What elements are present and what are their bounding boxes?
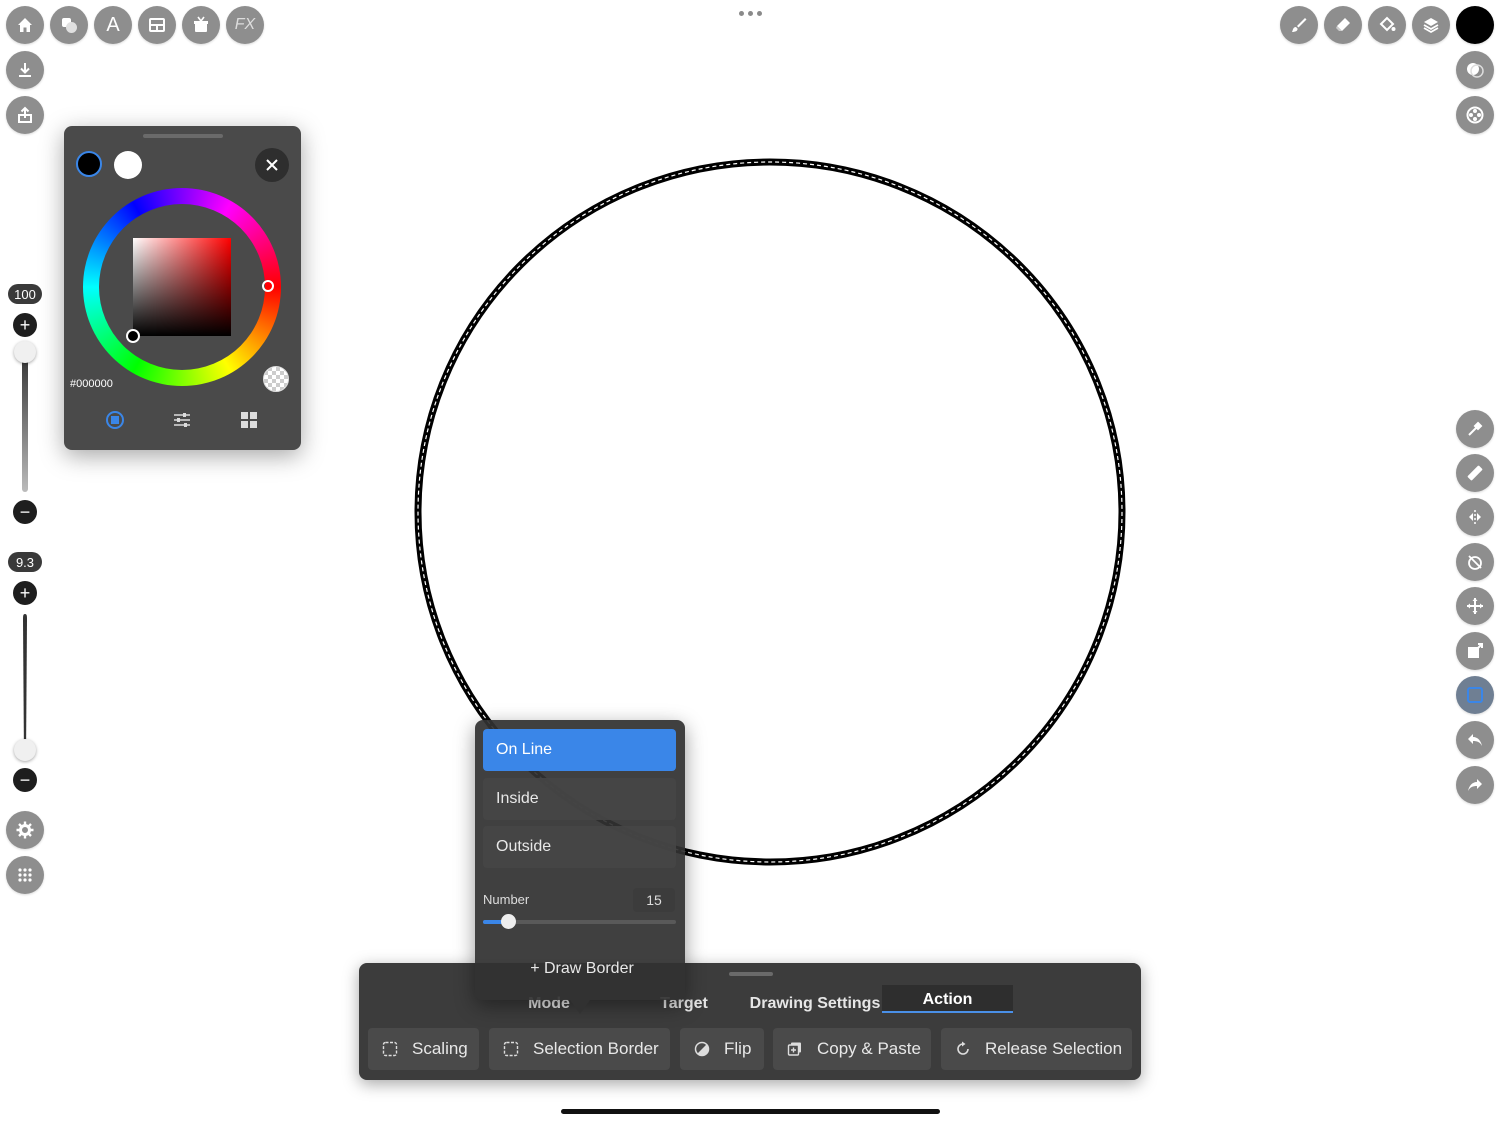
flip-icon [694, 1041, 710, 1057]
home-icon[interactable] [6, 6, 44, 44]
settings-gear-icon[interactable] [6, 811, 44, 849]
menu-grid-icon[interactable] [6, 856, 44, 894]
opacity-slider-track[interactable] [22, 352, 28, 492]
selection-dashed-icon [382, 1041, 398, 1057]
eraser-icon[interactable] [1324, 6, 1362, 44]
size-decrease-button[interactable]: − [13, 768, 37, 792]
saturation-square[interactable] [133, 238, 231, 336]
shapes-icon[interactable] [50, 6, 88, 44]
opacity-slider-knob[interactable] [14, 341, 36, 363]
export-icon[interactable] [6, 96, 44, 134]
undo-icon[interactable] [1456, 721, 1494, 759]
flip-label: Flip [724, 1039, 752, 1058]
eyedropper-icon[interactable] [1456, 410, 1494, 448]
close-icon [266, 159, 278, 171]
color-panel: #000000 [64, 126, 301, 450]
flip-button[interactable]: Flip [680, 1028, 764, 1070]
toolbar-drag-handle[interactable] [729, 972, 773, 976]
option-on-line[interactable]: On Line [483, 729, 676, 771]
layout-icon[interactable] [138, 6, 176, 44]
number-input[interactable]: 15 [633, 888, 675, 912]
option-outside[interactable]: Outside [483, 826, 676, 868]
move-icon[interactable] [1456, 587, 1494, 625]
hex-value: #000000 [70, 378, 113, 390]
opacity-increase-button[interactable]: + [13, 313, 37, 337]
selection-dashed-icon [503, 1041, 519, 1057]
panel-drag-handle[interactable] [143, 134, 223, 138]
snap-icon[interactable] [1456, 543, 1494, 581]
release-icon [957, 1041, 969, 1055]
tab-drawing-settings[interactable]: Drawing Settings [745, 991, 885, 1017]
opacity-decrease-button[interactable]: − [13, 500, 37, 524]
hue-handle[interactable] [262, 280, 274, 292]
saturation-handle[interactable] [126, 329, 140, 343]
ruler-icon[interactable] [1456, 454, 1494, 492]
selection-icon[interactable] [1456, 676, 1494, 714]
number-slider-knob[interactable] [501, 914, 517, 929]
palette-grid-icon[interactable] [237, 408, 261, 432]
number-slider[interactable] [483, 914, 676, 929]
redo-icon[interactable] [1456, 766, 1494, 804]
text-icon[interactable]: A [94, 6, 132, 44]
secondary-color-swatch[interactable] [114, 151, 142, 179]
size-slider-knob[interactable] [14, 738, 36, 761]
materials-icon[interactable] [182, 6, 220, 44]
sub-view-icon[interactable] [1456, 51, 1494, 89]
release-selection-button[interactable]: Release Selection [941, 1028, 1132, 1070]
import-icon[interactable] [6, 51, 44, 89]
sliders-icon[interactable] [170, 408, 194, 432]
home-indicator [561, 1109, 940, 1114]
selection-border-popup: On Line Inside Outside Number 15 + Draw … [475, 720, 685, 1014]
fill-bucket-icon[interactable] [1368, 6, 1406, 44]
layers-icon[interactable] [1412, 6, 1450, 44]
opacity-value: 100 [8, 284, 42, 304]
copy-paste-icon [787, 1042, 801, 1056]
copy-paste-label: Copy & Paste [817, 1039, 921, 1058]
popup-pointer [570, 1000, 590, 1014]
copy-paste-button[interactable]: Copy & Paste [773, 1028, 931, 1070]
primary-color-swatch[interactable] [76, 151, 102, 177]
symmetry-icon[interactable] [1456, 498, 1494, 536]
wheel-icon[interactable] [103, 408, 127, 432]
more-options-icon[interactable] [737, 6, 763, 20]
navigator-icon[interactable] [1456, 96, 1494, 134]
release-selection-label: Release Selection [985, 1039, 1123, 1058]
size-increase-button[interactable]: + [13, 581, 37, 605]
fx-icon[interactable]: FX [226, 6, 264, 44]
draw-border-button[interactable]: + Draw Border [475, 960, 689, 978]
size-value: 9.3 [8, 552, 42, 572]
current-color-swatch[interactable] [1456, 6, 1494, 44]
close-button[interactable] [255, 148, 289, 182]
text-icon-label: A [106, 13, 120, 36]
transform-icon[interactable] [1456, 632, 1494, 670]
selection-border-button[interactable]: Selection Border [489, 1028, 670, 1070]
brush-icon[interactable] [1280, 6, 1318, 44]
fx-icon-label: FX [234, 16, 256, 33]
tab-action[interactable]: Action [882, 985, 1013, 1013]
scaling-label: Scaling [412, 1039, 468, 1058]
number-label: Number [483, 892, 530, 907]
option-inside[interactable]: Inside [483, 778, 676, 820]
scaling-button[interactable]: Scaling [368, 1028, 479, 1070]
transparent-color-button[interactable] [263, 366, 289, 392]
selection-border-label: Selection Border [533, 1039, 659, 1058]
